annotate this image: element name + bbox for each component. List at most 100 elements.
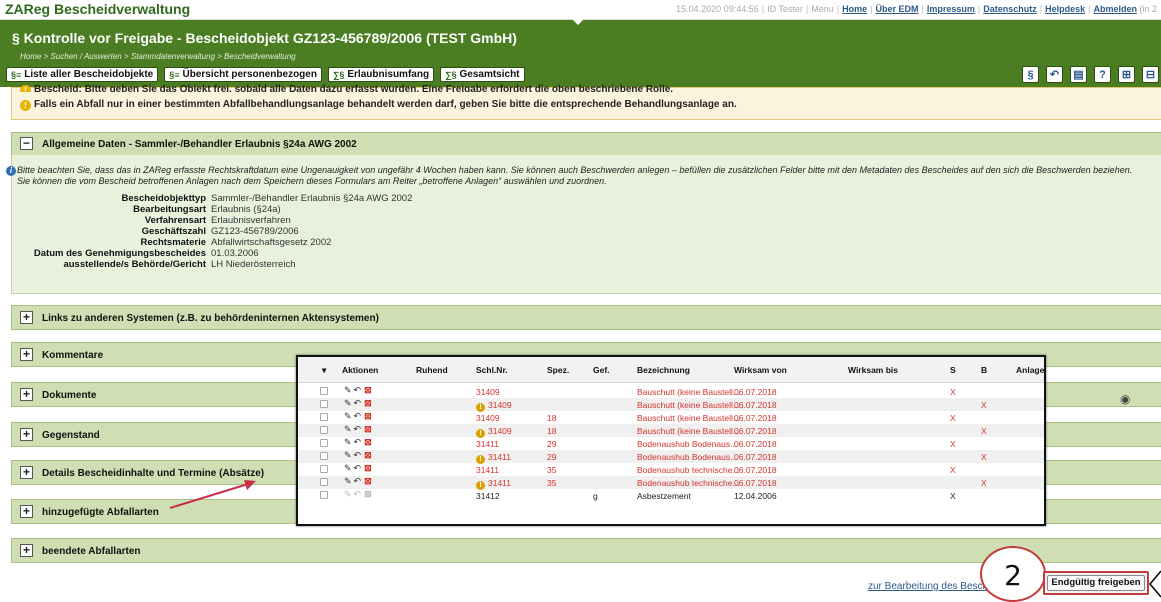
impressum-link[interactable]: Impressum [927, 4, 975, 14]
table-row[interactable]: ✎ ↶ ⊠ 31409 18 Bauschutt (keine Baustell... 06… [298, 411, 1044, 424]
col-header[interactable]: Bezeichnung [637, 365, 690, 375]
eye-icon[interactable]: ◉ [1120, 392, 1130, 406]
delete-icon[interactable]: ⊠ [364, 476, 372, 486]
sort-icon[interactable]: ▾ [322, 365, 326, 376]
table-row[interactable]: ✎ ↶ ⊠ 31411 35 Bodenaushub technische... 06.07… [298, 463, 1044, 476]
col-header[interactable]: S [950, 365, 956, 375]
delete-icon[interactable]: ⊠ [364, 463, 372, 473]
expand-icon[interactable]: + [20, 311, 33, 324]
logout-link[interactable]: Abmelden [1093, 4, 1137, 14]
undo-icon[interactable]: ↶ [354, 489, 362, 499]
back-to-edit-link[interactable]: zur Bearbeitung des Besch [868, 581, 988, 592]
overview-personal-button[interactable]: §≡ Übersicht personenbezogen [164, 67, 322, 82]
helpdesk-link[interactable]: Helpdesk [1045, 4, 1085, 14]
undo-icon[interactable]: ↶ [354, 411, 362, 421]
edit-icon[interactable]: ✎ [344, 424, 352, 434]
row-checkbox[interactable] [320, 452, 328, 460]
edit-icon[interactable]: ✎ [344, 463, 352, 473]
expand-icon[interactable]: + [20, 466, 33, 479]
row-checkbox[interactable] [320, 413, 328, 421]
edit-icon[interactable]: ✎ [344, 398, 352, 408]
table-row[interactable]: ✎ ↶ ⊠! 31411 29 Bodenaushub Bodenaus... 06.07.… [298, 450, 1044, 464]
expand-icon[interactable]: + [20, 348, 33, 361]
back-icon[interactable]: ↶ [1046, 66, 1063, 83]
expand-icon[interactable]: + [20, 505, 33, 518]
edit-icon[interactable]: ✎ [344, 489, 352, 499]
help-icon[interactable]: ? [1094, 66, 1111, 83]
expand-icon[interactable]: + [20, 428, 33, 441]
cell-text: 06.07.2018 [734, 465, 777, 475]
row-checkbox[interactable] [320, 387, 328, 395]
about-edm-link[interactable]: Über EDM [875, 4, 918, 14]
notice-line-1: ! Bescheid: Bitte geben Sie das Objekt fr… [20, 84, 673, 92]
col-header[interactable]: Gef. [593, 365, 610, 375]
edit-icon[interactable]: ✎ [344, 450, 352, 460]
sum-icon: ∑§ [445, 69, 457, 80]
delete-icon[interactable]: ⊠ [364, 437, 372, 447]
table-row[interactable]: ✎ ↶ ⊠ 31409 Bauschutt (keine Baustell... 06.0… [298, 385, 1044, 398]
home-link[interactable]: Home [842, 4, 867, 14]
delete-icon[interactable]: ⊠ [364, 450, 372, 460]
col-header[interactable]: Wirksam bis [848, 365, 898, 375]
panel-links[interactable]: + Links zu anderen Systemen (z.B. zu beh… [11, 305, 1161, 330]
row-checkbox[interactable] [320, 491, 328, 499]
datenschutz-link[interactable]: Datenschutz [983, 4, 1037, 14]
table-row[interactable]: ✎ ↶ ⊠! 31409 18 Bauschutt (keine Baustell... 0… [298, 424, 1044, 438]
overall-view-button[interactable]: ∑§ Gesamtsicht [440, 67, 525, 82]
final-release-button[interactable]: Endgültig freigeben [1043, 571, 1149, 595]
expand-all-icon[interactable]: ⊞ [1118, 66, 1135, 83]
field-value: Erlaubnisverfahren [211, 215, 291, 226]
row-checkbox[interactable] [320, 478, 328, 486]
delete-icon[interactable]: ⊠ [364, 411, 372, 421]
delete-icon[interactable]: ⊠ [364, 424, 372, 434]
collapse-icon[interactable]: − [20, 137, 33, 150]
edit-icon[interactable]: ✎ [344, 411, 352, 421]
table-row[interactable]: ✎ ↶ ⊠! 31411 35 Bodenaushub technische... 06.0… [298, 476, 1044, 490]
delete-icon[interactable]: ⊠ [364, 398, 372, 408]
undo-icon[interactable]: ↶ [354, 437, 362, 447]
cell-von: 06.07.2018 [734, 413, 777, 423]
field-value: GZ123-456789/2006 [211, 226, 299, 237]
undo-icon[interactable]: ↶ [354, 450, 362, 460]
undo-icon[interactable]: ↶ [354, 385, 362, 395]
undo-icon[interactable]: ↶ [354, 424, 362, 434]
row-actions: ✎ ↶ ⊠ [344, 424, 372, 435]
col-header[interactable]: Ruhend [416, 365, 448, 375]
col-header[interactable]: B [981, 365, 987, 375]
table-row[interactable]: ✎ ↶ ⊠ 31411 29 Bodenaushub Bodenaus... 06.07.2… [298, 437, 1044, 450]
expand-icon[interactable]: + [20, 388, 33, 401]
col-header[interactable]: Wirksam von [734, 365, 787, 375]
expand-icon[interactable]: + [20, 544, 33, 557]
list-all-objects-button[interactable]: §≡ Liste aller Bescheidobjekte [6, 67, 159, 82]
print-icon[interactable]: ▤ [1070, 66, 1087, 83]
edit-icon[interactable]: ✎ [344, 476, 352, 486]
delete-icon[interactable]: ⊠ [364, 489, 372, 499]
col-header[interactable]: Anlage [1016, 365, 1044, 375]
collapse-all-icon[interactable]: ⊟ [1142, 66, 1159, 83]
permit-scope-button[interactable]: ∑§ Erlaubnisumfang [327, 67, 435, 82]
general-data-panel[interactable]: − Allgemeine Daten - Sammler-/Behandler … [11, 132, 1161, 156]
edit-icon[interactable]: ✎ [344, 385, 352, 395]
undo-icon[interactable]: ↶ [354, 476, 362, 486]
delete-icon[interactable]: ⊠ [364, 385, 372, 395]
edit-icon[interactable]: ✎ [344, 437, 352, 447]
col-header[interactable]: Spez. [547, 365, 569, 375]
general-fields: Bescheidobjekttyp Sammler-/Behandler Erla… [0, 193, 412, 270]
row-checkbox[interactable] [320, 400, 328, 408]
paragraph-icon[interactable]: § [1022, 66, 1039, 83]
cell-bez: Bauschutt (keine Baustell... [637, 387, 740, 397]
cell-schl: 31409 [476, 387, 500, 397]
table-row[interactable]: ✎ ↶ ⊠ 31412 g Asbestzement 12.04.2006 X [298, 489, 1044, 502]
undo-icon[interactable]: ↶ [354, 398, 362, 408]
row-checkbox[interactable] [320, 439, 328, 447]
row-checkbox[interactable] [320, 465, 328, 473]
menu-link[interactable]: Menu [811, 4, 834, 14]
cell-schl: 31409 [476, 413, 500, 423]
cell-text: 31411 [488, 452, 512, 462]
table-row[interactable]: ✎ ↶ ⊠! 31409 Bauschutt (keine Baustell... 06.… [298, 398, 1044, 412]
col-header[interactable]: Schl.Nr. [476, 365, 508, 375]
row-checkbox[interactable] [320, 426, 328, 434]
undo-icon[interactable]: ↶ [354, 463, 362, 473]
cell-text: 06.07.2018 [734, 387, 777, 397]
cell-text: 31411 [476, 439, 500, 449]
